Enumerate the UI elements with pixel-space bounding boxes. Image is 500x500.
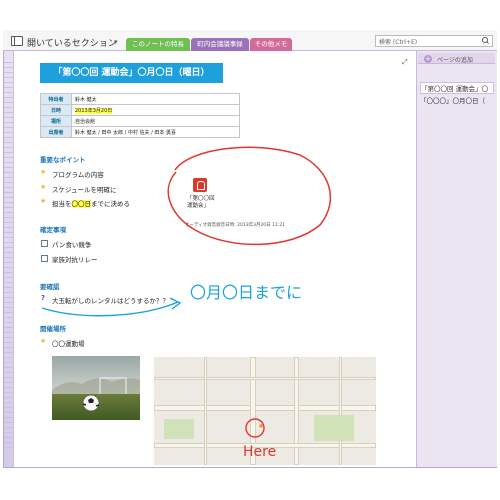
- search-input[interactable]: 検索 (Ctrl+E): [375, 35, 493, 47]
- list-item[interactable]: プログラムの内容: [52, 169, 104, 179]
- important-heading: 重要なポイント: [40, 156, 86, 164]
- recording-timestamp: オーディオ録音録音日時: 2013年3月20日 11:21: [185, 223, 286, 228]
- table-key: 場所: [40, 115, 72, 127]
- expand-icon[interactable]: ⤢: [402, 58, 410, 66]
- notebook-title[interactable]: 開いているセクション: [27, 36, 117, 49]
- soccer-field-photo[interactable]: [52, 356, 140, 420]
- map-road: [294, 357, 299, 465]
- map-road: [154, 405, 376, 411]
- meeting-info-table: 特出者 鈴木 健太 日時 2013年3月20日 場所 自治会館 出席者 鈴木 健…: [40, 93, 240, 138]
- table-value[interactable]: 鈴木 健太: [71, 93, 240, 105]
- map-road: [154, 443, 376, 448]
- table-value[interactable]: 自治会館: [71, 115, 240, 127]
- list-item-prefix: 担当を: [52, 200, 72, 208]
- list-item[interactable]: 担当を〇〇日までに決める: [52, 198, 130, 208]
- table-key: 日時: [40, 104, 72, 116]
- tab-other-notes[interactable]: その他メモ: [250, 38, 292, 51]
- plus-icon[interactable]: +: [424, 55, 432, 63]
- section-rail-pattern: [4, 58, 14, 450]
- venue-map[interactable]: [154, 357, 376, 465]
- map-road: [154, 377, 376, 380]
- page-pane: [416, 51, 497, 467]
- map-road: [204, 357, 207, 465]
- map-park: [164, 419, 194, 439]
- tab-features[interactable]: このノートの特長: [126, 38, 190, 51]
- list-item[interactable]: パン食い競争: [52, 239, 91, 249]
- tab-meeting-minutes[interactable]: 町内会議議事録: [191, 38, 249, 51]
- date-value: 2013年3月20日: [75, 107, 113, 114]
- list-item[interactable]: スケジュールを明確に: [52, 184, 117, 194]
- question-icon: ?: [41, 294, 46, 302]
- highlighted-text: 〇〇日: [71, 200, 91, 208]
- list-item-suffix: までに決める: [91, 200, 130, 208]
- map-road: [250, 357, 256, 465]
- confirmed-heading: 確定事項: [40, 226, 66, 234]
- notebook-icon[interactable]: [11, 36, 23, 46]
- table-key: 出席者: [40, 126, 72, 138]
- table-row: 出席者 鈴木 健太 / 田中 太郎 / 中村 信夫 / 田本 勇喜: [40, 126, 240, 138]
- star-icon: ★: [40, 183, 47, 191]
- venue-heading: 開催場所: [40, 325, 66, 333]
- list-item[interactable]: 大玉転がしのレンタルはどうするか？？: [52, 295, 169, 305]
- list-item[interactable]: 〇〇運動場: [52, 338, 85, 348]
- star-icon: ★: [40, 337, 47, 345]
- add-page-label[interactable]: ページの追加: [437, 55, 473, 64]
- soccer-photo-image: [52, 356, 140, 420]
- map-pin-icon[interactable]: [258, 423, 264, 429]
- audio-file-icon[interactable]: [193, 178, 207, 192]
- to-confirm-heading: 要確認: [40, 283, 60, 291]
- table-value[interactable]: 鈴木 健太 / 田中 太郎 / 中村 信夫 / 田本 勇喜: [71, 126, 240, 138]
- search-icon[interactable]: [482, 37, 489, 45]
- star-icon: ★: [40, 168, 47, 176]
- star-icon: ★: [40, 197, 47, 205]
- checkbox[interactable]: [41, 240, 48, 247]
- table-value[interactable]: 2013年3月20日: [71, 104, 240, 116]
- search-placeholder: 検索 (Ctrl+E): [379, 39, 418, 46]
- page-title[interactable]: 「第〇〇回 運動会」〇月〇日（曜日）: [40, 63, 223, 83]
- table-key: 特出者: [40, 93, 72, 105]
- map-park: [314, 415, 354, 441]
- page-list-item-other[interactable]: 「〇〇〇」〇月〇日（: [420, 95, 494, 107]
- table-row: 日時 2013年3月20日: [40, 104, 240, 116]
- table-row: 場所 自治会館: [40, 115, 240, 127]
- map-road: [339, 357, 342, 465]
- table-row: 特出者 鈴木 健太: [40, 93, 240, 105]
- attachment-label[interactable]: 「第〇〇回 運動会」: [187, 196, 215, 210]
- page-list-item-sports-day[interactable]: 「第〇〇回 運動会」〇: [420, 82, 494, 94]
- list-item[interactable]: 家族対抗リレー: [52, 254, 98, 264]
- chevron-down-icon[interactable]: ▾: [114, 38, 118, 46]
- checkbox[interactable]: [41, 255, 48, 262]
